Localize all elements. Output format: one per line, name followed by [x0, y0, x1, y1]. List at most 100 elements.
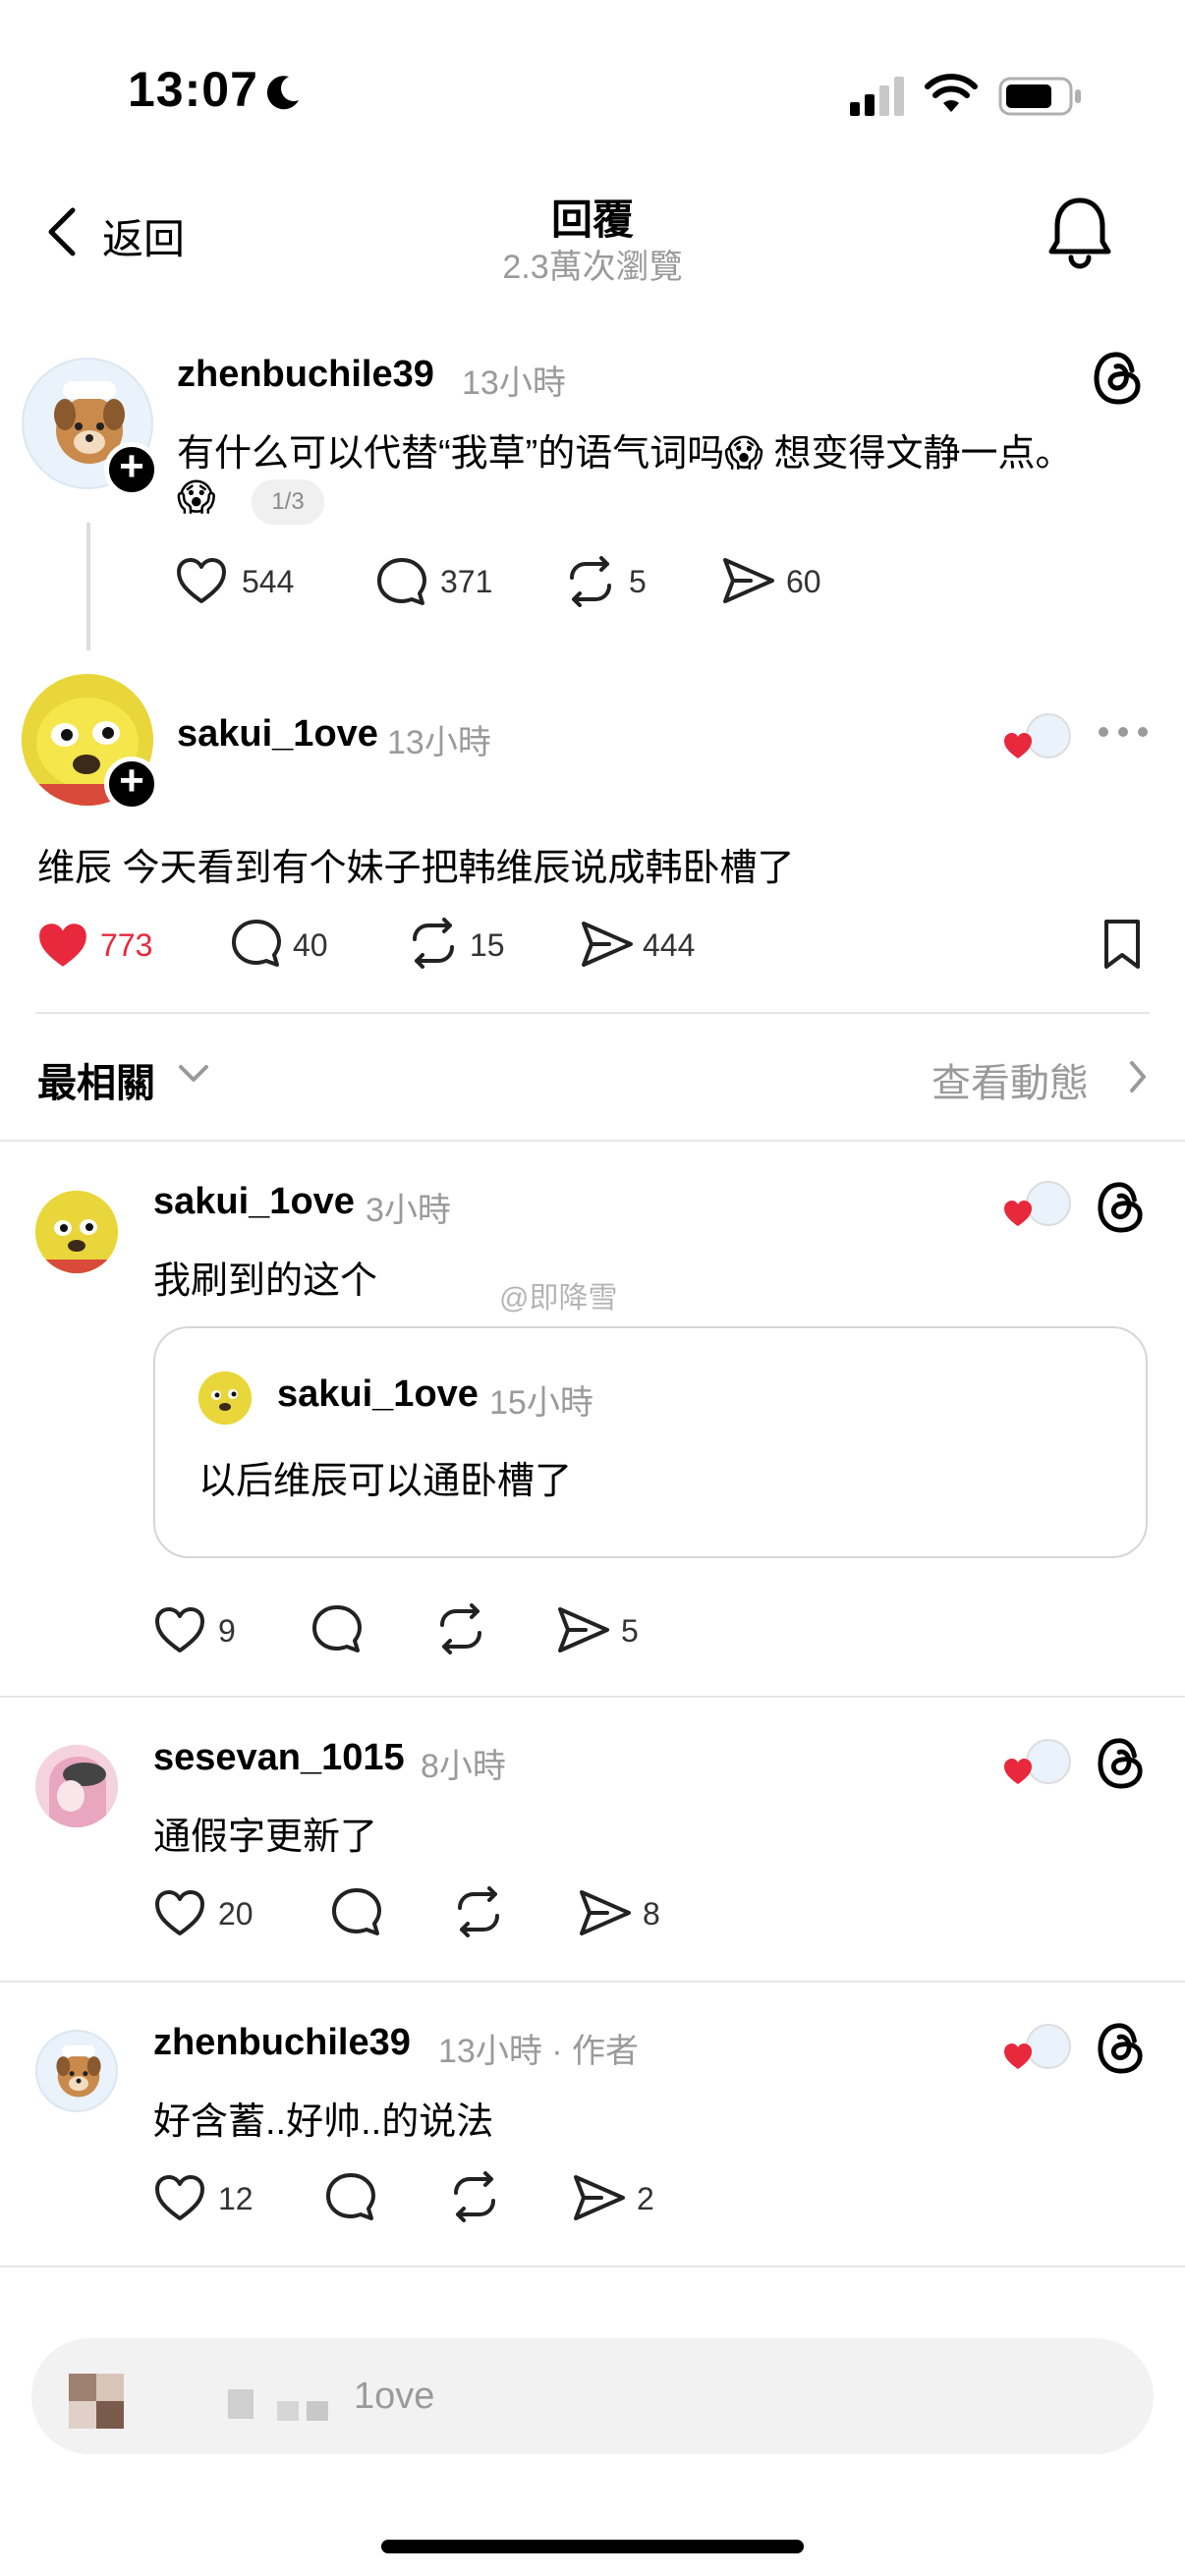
share-icon[interactable] [572, 2173, 627, 2222]
page-indicator: 1/3 [252, 479, 324, 525]
blurred-text-block [149, 2385, 366, 2425]
share-icon[interactable] [580, 920, 635, 969]
reply-avatar [69, 2374, 124, 2429]
liked-by-author-badge [1002, 713, 1073, 768]
reply-placeholder: 1ove [354, 2376, 435, 2417]
reply-input[interactable]: 1ove [31, 2338, 1154, 2454]
reply-username[interactable]: sakui_1ove [177, 713, 378, 756]
thread-connector-line [86, 523, 90, 650]
threads-logo-icon[interactable] [1097, 1179, 1146, 1234]
repost-icon[interactable] [446, 2171, 503, 2222]
divider [0, 1981, 1185, 1983]
reply-time: 13小時 [387, 724, 491, 761]
status-time: 13:07 [128, 62, 258, 117]
threads-logo-icon[interactable] [1097, 2020, 1146, 2075]
share-icon[interactable] [721, 556, 776, 605]
moon-icon [266, 76, 299, 110]
home-indicator [381, 2540, 804, 2553]
follow-plus-button[interactable]: + [104, 756, 159, 812]
comment-username[interactable]: zhenbuchile39 [153, 2022, 411, 2064]
comment-icon[interactable] [324, 2171, 377, 2222]
like-count: 544 [242, 564, 295, 599]
liked-by-author-badge [1002, 1181, 1073, 1236]
like-count: 773 [100, 927, 153, 963]
signal-icon [850, 77, 904, 116]
comment-time-author: 13小時 · 作者 [438, 2033, 640, 2070]
chevron-down-icon[interactable] [177, 1063, 210, 1085]
yellow-creature-avatar-icon [198, 1372, 252, 1425]
follow-plus-button[interactable]: + [104, 442, 159, 497]
heart-icon [1004, 1759, 1032, 1784]
comment-icon[interactable] [375, 556, 428, 607]
quote-text: 以后维辰可以通卧槽了 [198, 1461, 573, 1502]
comment-text: 通假字更新了 [153, 1817, 378, 1858]
share-icon[interactable] [578, 1888, 633, 1937]
divider [0, 1140, 1185, 1142]
like-icon[interactable] [153, 1888, 206, 1937]
comment-count: 371 [440, 564, 493, 599]
like-icon[interactable] [35, 920, 90, 971]
threads-logo-icon[interactable] [1093, 349, 1144, 406]
like-count: 12 [218, 2181, 254, 2216]
comment-time: 8小時 [421, 1748, 506, 1785]
battery-icon [998, 77, 1081, 116]
comment-username[interactable]: sesevan_1015 [153, 1737, 405, 1779]
like-icon[interactable] [153, 2173, 206, 2222]
view-count: 2.3萬次瀏覽 [502, 249, 683, 286]
bell-icon[interactable] [1045, 195, 1114, 269]
liked-by-author-badge [1002, 2024, 1073, 2079]
like-count: 9 [218, 1613, 236, 1649]
repost-icon[interactable] [450, 1886, 507, 1937]
like-icon[interactable] [153, 1605, 206, 1654]
heart-icon [1004, 1201, 1032, 1226]
share-count: 444 [643, 927, 696, 963]
sort-dropdown[interactable]: 最相關 [37, 1051, 155, 1108]
person-avatar-icon [35, 1745, 118, 1827]
repost-icon[interactable] [562, 556, 619, 607]
reply-text: 维辰 今天看到有个妹子把韩维辰说成韩卧槽了 [37, 848, 795, 889]
post-username[interactable]: zhenbuchile39 [177, 354, 434, 396]
heart-icon [1004, 733, 1032, 758]
watermark: @即降雪 [499, 1282, 618, 1315]
divider [0, 2266, 1185, 2268]
more-options-icon[interactable] [1099, 725, 1150, 741]
comment-icon[interactable] [330, 1886, 383, 1937]
comment-username[interactable]: sakui_1ove [153, 1181, 355, 1223]
avatar [198, 1372, 252, 1425]
post-text: 有什么可以代替“我草”的语气词吗😱 想变得文静一点。 [177, 433, 1073, 475]
bookmark-icon[interactable] [1100, 918, 1144, 971]
wifi-icon [925, 74, 978, 112]
comment-text: 好含蓄..好帅..的说法 [153, 2101, 494, 2143]
comment-time: 3小時 [366, 1192, 451, 1229]
page-title: 回覆 [550, 196, 634, 243]
divider [0, 1696, 1185, 1698]
quoted-post-card[interactable]: sakui_1ove 15小時 以后维辰可以通卧槽了 [153, 1326, 1148, 1558]
share-count: 60 [786, 564, 821, 599]
liked-by-author-badge [1002, 1739, 1073, 1794]
share-count: 8 [643, 1896, 660, 1932]
view-activity-link[interactable]: 查看動態 [931, 1051, 1089, 1108]
share-count: 5 [621, 1613, 639, 1649]
comment-text: 我刷到的这个 [153, 1260, 378, 1302]
post-emoji: 😱 [177, 477, 216, 519]
like-count: 20 [218, 1896, 254, 1932]
yellow-creature-avatar-icon [35, 1191, 118, 1273]
avatar[interactable] [35, 1745, 118, 1827]
divider [35, 1012, 1150, 1014]
post-time: 13小時 [462, 364, 566, 402]
like-icon[interactable] [175, 556, 228, 605]
chevron-right-icon[interactable] [1128, 1059, 1148, 1094]
threads-logo-icon[interactable] [1097, 1735, 1146, 1790]
share-icon[interactable] [556, 1605, 611, 1654]
repost-count: 15 [470, 927, 505, 963]
avatar[interactable] [35, 2030, 118, 2112]
comment-icon[interactable] [230, 918, 283, 969]
repost-icon[interactable] [405, 918, 462, 969]
share-count: 2 [637, 2181, 654, 2216]
avatar[interactable] [35, 1191, 118, 1273]
dog-avatar-icon [56, 2044, 101, 2098]
repost-icon[interactable] [432, 1603, 489, 1654]
quote-time: 15小時 [489, 1384, 593, 1422]
comment-icon[interactable] [310, 1603, 364, 1654]
repost-count: 5 [629, 564, 647, 599]
